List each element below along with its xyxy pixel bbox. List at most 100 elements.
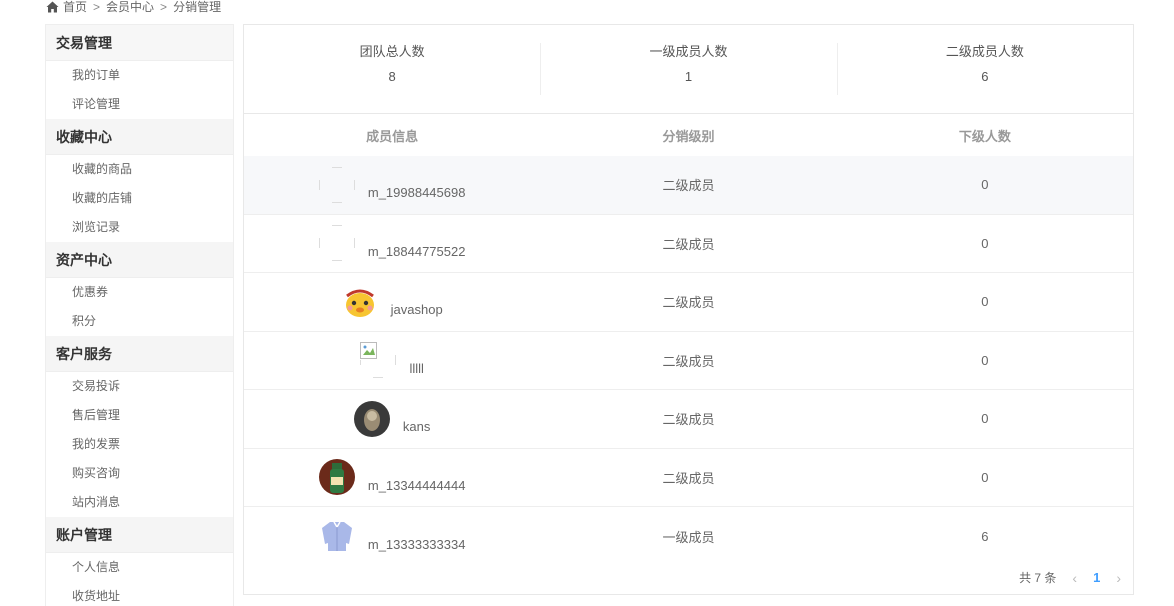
- sidebar-group-service: 客户服务 交易投诉 售后管理 我的发票 购买咨询 站内消息: [46, 336, 233, 517]
- sidebar-item-history[interactable]: 浏览记录: [46, 213, 233, 242]
- sidebar-item-points[interactable]: 积分: [46, 307, 233, 336]
- subordinate-count: 0: [981, 235, 989, 251]
- column-header-member: 成员信息: [366, 128, 419, 144]
- bottle-avatar-icon: [318, 459, 355, 496]
- member-name: m_19988445698: [367, 185, 466, 201]
- pagination: 共 7 条 ‹ 1 ›: [1019, 569, 1121, 586]
- table-header: 成员信息 分销级别 下级人数: [244, 114, 1133, 156]
- sidebar-item-invoices[interactable]: 我的发票: [46, 430, 233, 459]
- subordinate-count: 0: [981, 411, 989, 427]
- breadcrumb-home[interactable]: 首页: [63, 1, 87, 13]
- stat-team-total: 团队总人数 8: [244, 25, 540, 113]
- table-row[interactable]: kans 二级成员 0: [244, 390, 1133, 449]
- subordinate-count: 6: [981, 528, 989, 544]
- subordinate-count: 0: [981, 294, 989, 310]
- pagination-total: 共 7 条: [1019, 571, 1057, 585]
- member-level: 二级成员: [662, 178, 715, 194]
- avatar-placeholder-icon: [318, 225, 355, 262]
- member-cell: kans: [244, 400, 540, 437]
- table-row[interactable]: m_18844775522 二级成员 0: [244, 215, 1133, 273]
- sidebar-item-messages[interactable]: 站内消息: [46, 488, 233, 517]
- member-cell: m_18844775522: [244, 225, 540, 262]
- member-level: 二级成员: [662, 470, 715, 486]
- table-row[interactable]: javashop 二级成员 0: [244, 273, 1133, 332]
- sidebar-group-title: 收藏中心: [46, 119, 233, 155]
- member-name: javashop: [390, 302, 443, 318]
- subordinate-count: 0: [981, 177, 989, 193]
- sidebar-group-title: 资产中心: [46, 242, 233, 278]
- sidebar-item-fav-goods[interactable]: 收藏的商品: [46, 155, 233, 184]
- sidebar-group-favorites: 收藏中心 收藏的商品 收藏的店铺 浏览记录: [46, 119, 233, 242]
- photo-avatar-icon: [353, 400, 390, 437]
- sidebar-group-trade: 交易管理 我的订单 评论管理: [46, 25, 233, 119]
- chevron-right-icon[interactable]: ›: [1116, 570, 1121, 586]
- member-cell: m_13344444444: [244, 459, 540, 496]
- table-row[interactable]: m_13344444444 二级成员 0: [244, 449, 1133, 507]
- member-table: m_19988445698 二级成员 0 m_18844775522 二级成员 …: [244, 156, 1133, 566]
- member-cell: m_19988445698: [244, 166, 540, 203]
- member-name: m_13333333334: [367, 536, 466, 552]
- breadcrumb-separator: >: [160, 0, 168, 14]
- stat-value: 6: [981, 69, 989, 84]
- stat-label: 一级成员人数: [649, 44, 728, 59]
- sidebar-item-comments[interactable]: 评论管理: [46, 90, 233, 119]
- broken-image-icon: [360, 342, 397, 379]
- sidebar-item-consult[interactable]: 购买咨询: [46, 459, 233, 488]
- sidebar-item-coupons[interactable]: 优惠券: [46, 278, 233, 307]
- member-info: javashop: [244, 283, 540, 320]
- member-cell: lllll: [244, 342, 540, 379]
- table-row[interactable]: m_19988445698 二级成员 0: [244, 156, 1133, 215]
- member-name: lllll: [409, 360, 424, 376]
- chevron-left-icon[interactable]: ‹: [1072, 570, 1077, 586]
- member-level: 二级成员: [662, 295, 715, 311]
- sidebar-item-addresses[interactable]: 收货地址: [46, 582, 233, 606]
- member-info: kans: [244, 400, 540, 437]
- sidebar-item-profile[interactable]: 个人信息: [46, 553, 233, 582]
- breadcrumb-separator: >: [93, 0, 101, 14]
- page-number-current[interactable]: 1: [1093, 570, 1100, 585]
- breadcrumb: 首页 > 会员中心 > 分销管理: [46, 0, 221, 14]
- sidebar: 交易管理 我的订单 评论管理 收藏中心 收藏的商品 收藏的店铺 浏览记录 资产中…: [45, 24, 234, 606]
- subordinate-count: 0: [981, 469, 989, 485]
- sidebar-group-title: 客户服务: [46, 336, 233, 372]
- breadcrumb-member-center[interactable]: 会员中心: [106, 1, 154, 13]
- home-icon: [46, 1, 59, 13]
- breadcrumb-current: 分销管理: [173, 0, 222, 14]
- subordinate-count: 0: [981, 352, 989, 368]
- sidebar-group-assets: 资产中心 优惠券 积分: [46, 242, 233, 336]
- table-row[interactable]: lllll 二级成员 0: [244, 332, 1133, 390]
- member-info: lllll: [244, 342, 540, 379]
- sidebar-group-account: 账户管理 个人信息 收货地址: [46, 517, 233, 606]
- sidebar-item-fav-shops[interactable]: 收藏的店铺: [46, 184, 233, 213]
- stat-label: 团队总人数: [359, 44, 425, 59]
- stat-value: 8: [388, 69, 396, 84]
- stats-bar: 团队总人数 8 一级成员人数 1 二级成员人数 6: [244, 25, 1133, 114]
- stat-level1-count: 一级成员人数 1: [540, 25, 836, 113]
- shirt-avatar-icon: [318, 518, 355, 555]
- avatar-placeholder-icon: [318, 166, 355, 203]
- member-info: m_13344444444: [244, 459, 540, 496]
- member-cell: m_13333333334: [244, 518, 540, 555]
- column-header-level: 分销级别: [662, 128, 715, 144]
- sidebar-group-title: 交易管理: [46, 25, 233, 61]
- stat-level2-count: 二级成员人数 6: [836, 25, 1133, 113]
- member-name: m_18844775522: [367, 243, 466, 259]
- member-level: 一级成员: [662, 529, 715, 545]
- distribution-panel: 团队总人数 8 一级成员人数 1 二级成员人数 6 成员信息 分销级别 下级人数: [243, 24, 1134, 595]
- member-level: 二级成员: [662, 353, 715, 369]
- stat-value: 1: [684, 69, 693, 84]
- table-row[interactable]: m_13333333334 一级成员 6: [244, 507, 1133, 566]
- member-info: m_13333333334: [244, 518, 540, 555]
- member-level: 二级成员: [662, 412, 715, 428]
- sidebar-item-complaints[interactable]: 交易投诉: [46, 372, 233, 401]
- sidebar-group-title: 账户管理: [46, 517, 233, 553]
- member-level: 二级成员: [662, 236, 715, 252]
- column-header-subordinates: 下级人数: [958, 128, 1011, 144]
- member-name: kans: [402, 419, 431, 435]
- sidebar-item-my-orders[interactable]: 我的订单: [46, 61, 233, 90]
- member-info: m_18844775522: [244, 225, 540, 262]
- stat-label: 二级成员人数: [945, 44, 1024, 59]
- member-info: m_19988445698: [244, 166, 540, 203]
- sidebar-item-after-sales[interactable]: 售后管理: [46, 401, 233, 430]
- member-name: m_13344444444: [367, 477, 466, 493]
